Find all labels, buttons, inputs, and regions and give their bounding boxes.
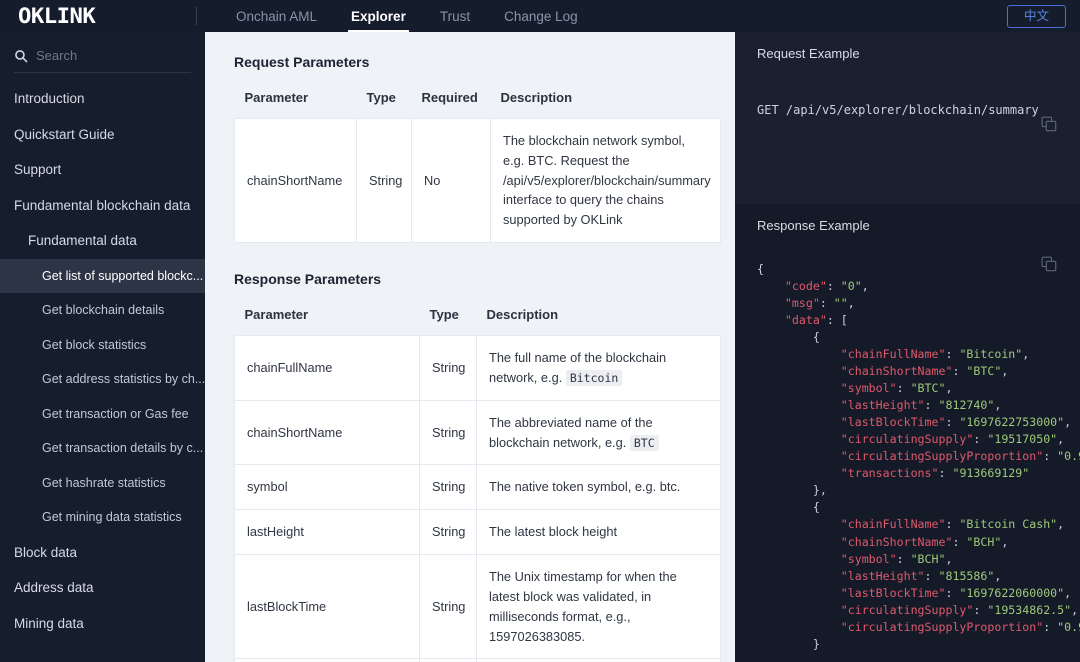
request-parameters-table: Parameter Type Required Description chai…	[234, 90, 721, 244]
sidebar-item-get-transaction-details[interactable]: Get transaction details by c...	[0, 431, 205, 466]
request-example-block: Request Example GET /api/v5/explorer/blo…	[735, 32, 1080, 204]
sidebar-item-get-mining-data-statistics[interactable]: Get mining data statistics	[0, 500, 205, 535]
nav-label: Trust	[439, 8, 471, 24]
copy-icon[interactable]	[1041, 256, 1058, 273]
cell-type: String	[419, 464, 477, 511]
table-row: lastHeight String The latest block heigh…	[234, 509, 721, 556]
cell-required: No	[411, 117, 491, 244]
sidebar-item-get-block-statistics[interactable]: Get block statistics	[0, 328, 205, 363]
nav-item-onchain-aml[interactable]: Onchain AML	[219, 0, 334, 32]
cell-type: String	[356, 117, 412, 244]
column-header-description: Description	[500, 90, 573, 105]
oklink-logo[interactable]: OKLINK	[0, 3, 196, 28]
inline-code-chip: BTC	[629, 434, 659, 451]
http-method: GET	[757, 103, 779, 117]
sidebar-item-mining-data[interactable]: Mining data	[0, 606, 205, 642]
table-row: chainFullName String The full name of th…	[234, 335, 721, 401]
documentation-content: Request Parameters Parameter Type Requir…	[205, 32, 735, 662]
request-example-code: GET /api/v5/explorer/blockchain/summary	[757, 101, 1058, 119]
table-row: chainShortName String No The blockchain …	[234, 117, 721, 244]
sidebar-item-get-blockchain-details[interactable]: Get blockchain details	[0, 293, 205, 328]
copy-icon[interactable]	[1041, 116, 1058, 133]
search-input[interactable]	[36, 48, 191, 63]
request-example-title: Request Example	[757, 46, 860, 61]
cell-parameter: lastBlockTime	[234, 554, 420, 660]
column-header-type: Type	[429, 307, 459, 323]
endpoint-path: /api/v5/explorer/blockchain/summary	[785, 103, 1039, 117]
language-toggle-button[interactable]: 中文	[1006, 4, 1066, 28]
examples-panel: Request Example GET /api/v5/explorer/blo…	[735, 32, 1080, 662]
sidebar-nav-list: Introduction Quickstart Guide Support Fu…	[0, 81, 205, 641]
cell-type: String	[419, 399, 477, 466]
sidebar-search[interactable]	[14, 48, 191, 73]
cell-description: The Unix timestamp for when the latest b…	[476, 554, 721, 660]
table-row: lastBlockTime String The Unix timestamp …	[234, 554, 721, 660]
sidebar-item-fundamental-blockchain-data[interactable]: Fundamental blockchain data	[0, 188, 205, 224]
cell-type: String	[419, 554, 477, 660]
table-row: symbol String The native token symbol, e…	[234, 464, 721, 511]
sidebar-item-address-data[interactable]: Address data	[0, 570, 205, 606]
column-header-parameter: Parameter	[244, 90, 309, 105]
top-navigation-bar: OKLINK Onchain AML Explorer Trust Change…	[0, 0, 1080, 32]
nav-label: Onchain AML	[236, 8, 318, 24]
documentation-page: OKLINK Onchain AML Explorer Trust Change…	[0, 0, 1080, 662]
response-example-block: Response Example { "code": "0", "msg": "…	[735, 204, 1080, 662]
cell-description: The abbreviated name of the blockchain n…	[476, 399, 721, 466]
response-example-title: Response Example	[757, 218, 870, 233]
column-header-type: Type	[366, 90, 396, 105]
nav-item-change-log[interactable]: Change Log	[487, 0, 595, 32]
cell-description: The full name of the blockchain network,…	[476, 335, 721, 401]
logo-text: OKLINK	[18, 3, 96, 28]
table-header-row: Parameter Type Required Description	[235, 90, 721, 119]
cell-parameter: symbol	[234, 464, 420, 511]
response-parameters-table: Parameter Type Description chainFullName…	[234, 307, 721, 662]
nav-item-explorer[interactable]: Explorer	[334, 0, 423, 32]
sidebar-item-get-transaction-or-gas-fee[interactable]: Get transaction or Gas fee	[0, 397, 205, 432]
main-nav: Onchain AML Explorer Trust Change Log	[219, 0, 595, 32]
request-parameters-title: Request Parameters	[234, 54, 370, 70]
nav-label: Explorer	[351, 8, 406, 24]
sidebar-item-get-address-statistics[interactable]: Get address statistics by ch...	[0, 362, 205, 397]
cell-description: The native token symbol, e.g. btc.	[476, 464, 721, 511]
nav-divider	[196, 7, 197, 25]
response-parameters-title: Response Parameters	[234, 271, 382, 288]
cell-parameter: chainShortName	[234, 399, 420, 466]
response-example-json: { "code": "0", "msg": "", "data": [ { "c…	[757, 262, 1080, 651]
nav-item-trust[interactable]: Trust	[423, 0, 487, 32]
nav-label: Change Log	[504, 8, 578, 24]
cell-description: The latest block height	[476, 509, 721, 556]
search-icon	[14, 49, 28, 63]
column-header-parameter: Parameter	[244, 307, 309, 323]
cell-parameter: chainFullName	[234, 335, 420, 401]
sidebar-item-support[interactable]: Support	[0, 152, 205, 188]
sidebar-item-fundamental-data[interactable]: Fundamental data	[0, 223, 205, 259]
cell-parameter: lastHeight	[234, 509, 420, 556]
sidebar-item-get-list-of-supported-blockchains[interactable]: Get list of supported blockc...	[0, 258, 205, 293]
column-header-required: Required	[421, 90, 478, 105]
table-row: chainShortName String The abbreviated na…	[234, 399, 721, 466]
inline-code-chip: Bitcoin	[565, 369, 623, 386]
sidebar-item-quickstart-guide[interactable]: Quickstart Guide	[0, 117, 205, 153]
sidebar-item-introduction[interactable]: Introduction	[0, 81, 205, 117]
cell-description: The blockchain network symbol, e.g. BTC.…	[490, 117, 721, 244]
sidebar-item-block-data[interactable]: Block data	[0, 535, 205, 571]
cell-type: String	[419, 509, 477, 556]
cell-type: String	[419, 335, 477, 401]
sidebar-item-get-hashrate-statistics[interactable]: Get hashrate statistics	[0, 466, 205, 501]
description-text: The abbreviated name of the blockchain n…	[489, 414, 653, 450]
sidebar: Introduction Quickstart Guide Support Fu…	[0, 32, 205, 662]
page-body: Introduction Quickstart Guide Support Fu…	[0, 32, 1080, 662]
cell-parameter: chainShortName	[234, 117, 357, 244]
column-header-description: Description	[486, 307, 559, 323]
table-header-row: Parameter Type Description	[235, 307, 721, 336]
